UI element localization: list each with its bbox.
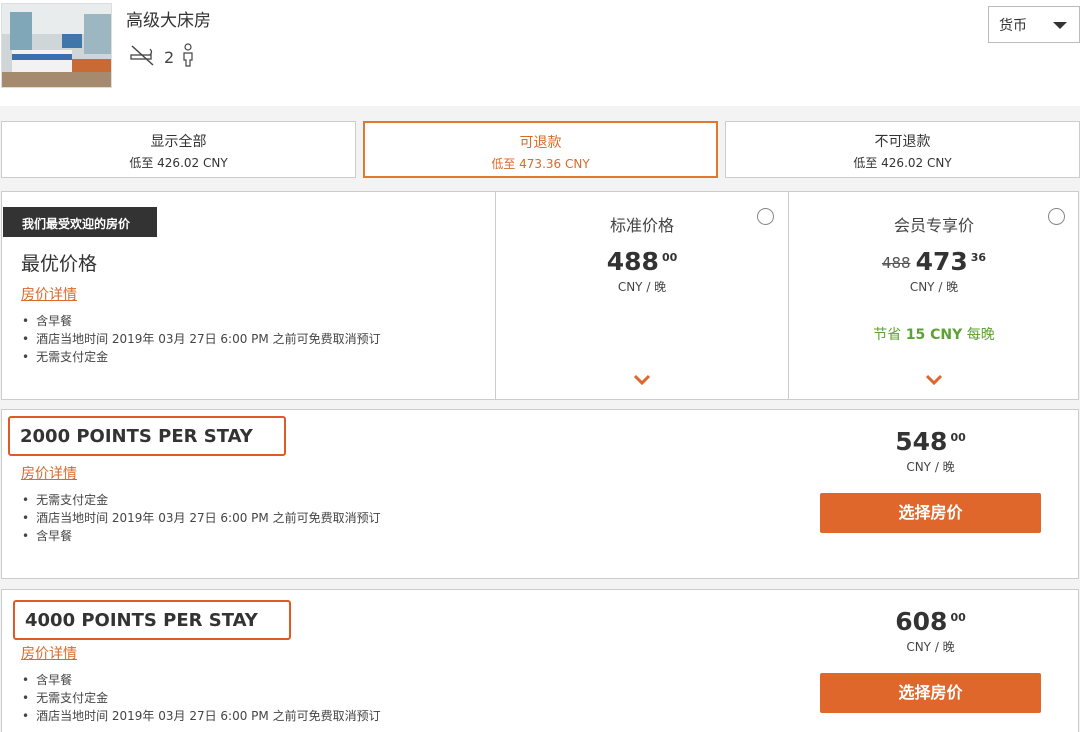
rate-features: 含早餐 无需支付定金 酒店当地时间 2019年 03月 27日 6:00 PM … [22, 671, 381, 725]
filter-sub: 低至 426.02 CNY [853, 156, 952, 170]
occupancy-count: 2 [164, 47, 175, 67]
list-item: 无需支付定金 [22, 491, 381, 509]
best-rate-title: 最优价格 [21, 253, 98, 275]
list-item: 酒店当地时间 2019年 03月 27日 6:00 PM 之前可免费取消预订 [22, 707, 381, 725]
list-item: 含早餐 [22, 527, 381, 545]
rate-price: 608 00 CNY / 晚 [820, 607, 1041, 655]
person-icon [182, 43, 194, 71]
currency-label: 货币 [999, 17, 1027, 34]
rate-title: 2000 POINTS PER STAY [8, 416, 286, 456]
rate-price: 548 00 CNY / 晚 [820, 427, 1041, 475]
chevron-down-icon[interactable] [925, 374, 943, 386]
list-item: 酒店当地时间 2019年 03月 27日 6:00 PM 之前可免费取消预订 [22, 330, 381, 348]
member-price: 488 473 36 [789, 247, 1079, 276]
price-integer: 473 [915, 247, 968, 276]
member-price-option[interactable]: 会员专享价 488 473 36 CNY / 晚 节省 15 CNY 每晚 [788, 192, 1079, 399]
no-smoking-icon [128, 43, 156, 71]
rate-features: 无需支付定金 酒店当地时间 2019年 03月 27日 6:00 PM 之前可免… [22, 491, 381, 545]
rate-card: 2000 POINTS PER STAY 房价详情 无需支付定金 酒店当地时间 … [1, 409, 1079, 579]
price-integer: 548 [895, 427, 948, 456]
standard-price: 488 00 [496, 247, 788, 276]
filter-non-refundable[interactable]: 不可退款 低至 426.02 CNY [725, 121, 1080, 178]
list-item: 含早餐 [22, 671, 381, 689]
price-decimal: 00 [950, 431, 966, 444]
standard-price-option[interactable]: 标准价格 488 00 CNY / 晚 [495, 192, 788, 399]
currency-select[interactable]: 货币 [988, 6, 1080, 43]
rate-details-link[interactable]: 房价详情 [21, 463, 77, 483]
list-item: 含早餐 [22, 312, 381, 330]
filter-sub: 低至 426.02 CNY [129, 156, 228, 170]
price-decimal: 00 [661, 251, 678, 264]
chevron-down-icon [1053, 22, 1067, 29]
original-price: 488 [881, 254, 911, 272]
select-rate-button[interactable]: 选择房价 [820, 493, 1041, 533]
filter-title: 可退款 [519, 135, 562, 151]
rate-features: 含早餐 酒店当地时间 2019年 03月 27日 6:00 PM 之前可免费取消… [22, 312, 381, 366]
list-item: 酒店当地时间 2019年 03月 27日 6:00 PM 之前可免费取消预订 [22, 509, 381, 527]
savings-text: 节省 15 CNY 每晚 [873, 327, 995, 343]
price-decimal: 00 [950, 611, 966, 624]
rate-card: 4000 POINTS PER STAY 房价详情 含早餐 无需支付定金 酒店当… [1, 589, 1079, 732]
list-item: 无需支付定金 [22, 689, 381, 707]
price-unit: CNY / 晚 [906, 640, 955, 654]
filter-sub: 低至 473.36 CNY [491, 157, 590, 171]
best-rate-panel: 我们最受欢迎的房价 最优价格 房价详情 含早餐 酒店当地时间 2019年 03月… [1, 191, 1079, 400]
standard-price-radio[interactable] [757, 208, 774, 225]
filter-show-all[interactable]: 显示全部 低至 426.02 CNY [1, 121, 356, 178]
filter-title: 显示全部 [150, 134, 207, 150]
popular-badge: 我们最受欢迎的房价 [3, 207, 157, 237]
filter-refundable[interactable]: 可退款 低至 473.36 CNY [363, 121, 718, 178]
price-unit: CNY / 晚 [909, 280, 959, 294]
rate-details-link[interactable]: 房价详情 [21, 643, 77, 663]
chevron-down-icon[interactable] [633, 374, 651, 386]
price-unit: CNY / 晚 [617, 280, 667, 294]
price-integer: 608 [895, 607, 948, 636]
member-price-title: 会员专享价 [893, 216, 974, 235]
select-rate-button[interactable]: 选择房价 [820, 673, 1041, 713]
rate-title: 4000 POINTS PER STAY [13, 600, 291, 640]
list-item: 无需支付定金 [22, 348, 381, 366]
filter-title: 不可退款 [874, 134, 931, 150]
member-price-radio[interactable] [1048, 208, 1065, 225]
room-photo[interactable] [1, 3, 112, 88]
price-decimal: 36 [970, 251, 987, 264]
room-title: 高级大床房 [126, 11, 211, 31]
rate-details-link[interactable]: 房价详情 [21, 284, 77, 304]
room-amenities: 2 [128, 43, 194, 71]
price-unit: CNY / 晚 [906, 460, 955, 474]
standard-price-title: 标准价格 [609, 216, 674, 235]
price-integer: 488 [606, 247, 659, 276]
room-header: 高级大床房 2 货币 [0, 0, 1080, 106]
